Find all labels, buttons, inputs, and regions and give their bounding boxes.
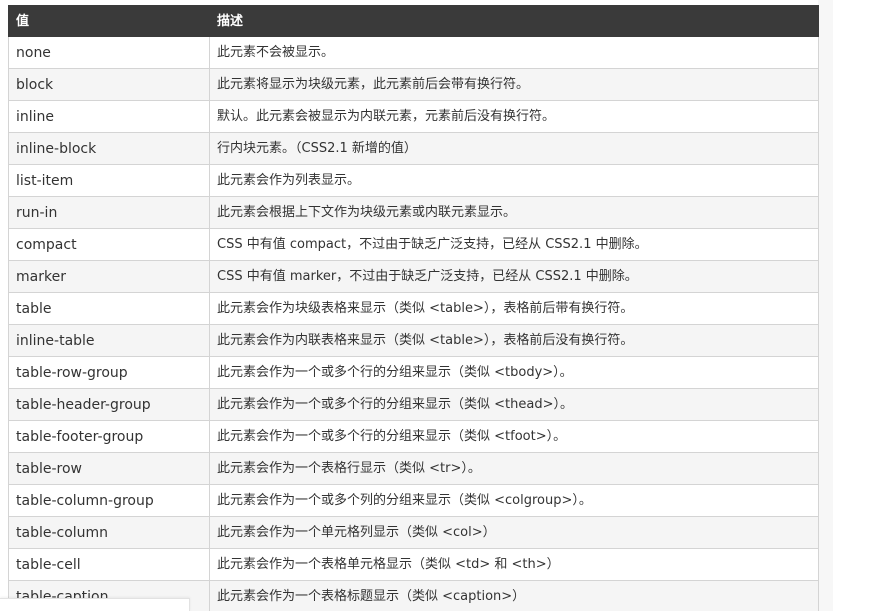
value-cell: none (8, 36, 210, 69)
value-cell: table-row-group (8, 356, 210, 389)
description-cell: 此元素会作为一个表格单元格显示（类似 <td> 和 <th>） (209, 548, 819, 581)
table-row: none 此元素不会被显示。 (8, 36, 819, 69)
table-header-row: 值 描述 (8, 5, 819, 37)
table-row: list-item 此元素会作为列表显示。 (8, 164, 819, 197)
value-cell: table-column (8, 516, 210, 549)
description-cell: CSS 中有值 marker，不过由于缺乏广泛支持，已经从 CSS2.1 中删除… (209, 260, 819, 293)
value-cell: table-header-group (8, 388, 210, 421)
header-description: 描述 (209, 5, 819, 37)
table-row: block 此元素将显示为块级元素，此元素前后会带有换行符。 (8, 68, 819, 101)
value-cell: table-row (8, 452, 210, 485)
table-row: table-row-group 此元素会作为一个或多个行的分组来显示（类似 <t… (8, 356, 819, 389)
description-cell: 此元素会作为内联表格来显示（类似 <table>），表格前后没有换行符。 (209, 324, 819, 357)
description-cell: 默认。此元素会被显示为内联元素，元素前后没有换行符。 (209, 100, 819, 133)
description-cell: 此元素会作为一个表格标题显示（类似 <caption>） (209, 580, 819, 611)
table-row: table-header-group 此元素会作为一个或多个行的分组来显示（类似… (8, 388, 819, 421)
value-cell: inline-block (8, 132, 210, 165)
value-cell: table-footer-group (8, 420, 210, 453)
table-row: run-in 此元素会根据上下文作为块级元素或内联元素显示。 (8, 196, 819, 229)
value-cell: marker (8, 260, 210, 293)
bottom-overlay-panel (0, 598, 190, 611)
table-row: table-cell 此元素会作为一个表格单元格显示（类似 <td> 和 <th… (8, 548, 819, 581)
table-row: inline 默认。此元素会被显示为内联元素，元素前后没有换行符。 (8, 100, 819, 133)
value-cell: table (8, 292, 210, 325)
table-row: inline-table 此元素会作为内联表格来显示（类似 <table>），表… (8, 324, 819, 357)
description-cell: 行内块元素。（CSS2.1 新增的值） (209, 132, 819, 165)
description-cell: 此元素会根据上下文作为块级元素或内联元素显示。 (209, 196, 819, 229)
value-cell: compact (8, 228, 210, 261)
display-values-table: 值 描述 none 此元素不会被显示。 block 此元素将显示为块级元素，此元… (8, 5, 819, 611)
table-row: table-row 此元素会作为一个表格行显示（类似 <tr>）。 (8, 452, 819, 485)
table-row: table-footer-group 此元素会作为一个或多个行的分组来显示（类似… (8, 420, 819, 453)
description-cell: 此元素将显示为块级元素，此元素前后会带有换行符。 (209, 68, 819, 101)
value-cell: inline (8, 100, 210, 133)
value-cell: table-column-group (8, 484, 210, 517)
page-side-strip (818, 0, 833, 611)
value-cell: block (8, 68, 210, 101)
description-cell: 此元素不会被显示。 (209, 36, 819, 69)
value-cell: run-in (8, 196, 210, 229)
value-cell: list-item (8, 164, 210, 197)
value-cell: inline-table (8, 324, 210, 357)
table-row: table-column-group 此元素会作为一个或多个列的分组来显示（类似… (8, 484, 819, 517)
description-cell: 此元素会作为一个单元格列显示（类似 <col>） (209, 516, 819, 549)
description-cell: 此元素会作为块级表格来显示（类似 <table>），表格前后带有换行符。 (209, 292, 819, 325)
description-cell: 此元素会作为一个或多个行的分组来显示（类似 <tfoot>）。 (209, 420, 819, 453)
description-cell: 此元素会作为一个表格行显示（类似 <tr>）。 (209, 452, 819, 485)
value-cell: table-cell (8, 548, 210, 581)
table-row: table 此元素会作为块级表格来显示（类似 <table>），表格前后带有换行… (8, 292, 819, 325)
table-row: compact CSS 中有值 compact，不过由于缺乏广泛支持，已经从 C… (8, 228, 819, 261)
header-value: 值 (8, 5, 210, 37)
page: 值 描述 none 此元素不会被显示。 block 此元素将显示为块级元素，此元… (0, 0, 888, 611)
table-row: inline-block 行内块元素。（CSS2.1 新增的值） (8, 132, 819, 165)
table-row: marker CSS 中有值 marker，不过由于缺乏广泛支持，已经从 CSS… (8, 260, 819, 293)
description-cell: 此元素会作为一个或多个列的分组来显示（类似 <colgroup>）。 (209, 484, 819, 517)
description-cell: 此元素会作为一个或多个行的分组来显示（类似 <tbody>）。 (209, 356, 819, 389)
description-cell: 此元素会作为一个或多个行的分组来显示（类似 <thead>）。 (209, 388, 819, 421)
description-cell: 此元素会作为列表显示。 (209, 164, 819, 197)
table-row: table-column 此元素会作为一个单元格列显示（类似 <col>） (8, 516, 819, 549)
description-cell: CSS 中有值 compact，不过由于缺乏广泛支持，已经从 CSS2.1 中删… (209, 228, 819, 261)
